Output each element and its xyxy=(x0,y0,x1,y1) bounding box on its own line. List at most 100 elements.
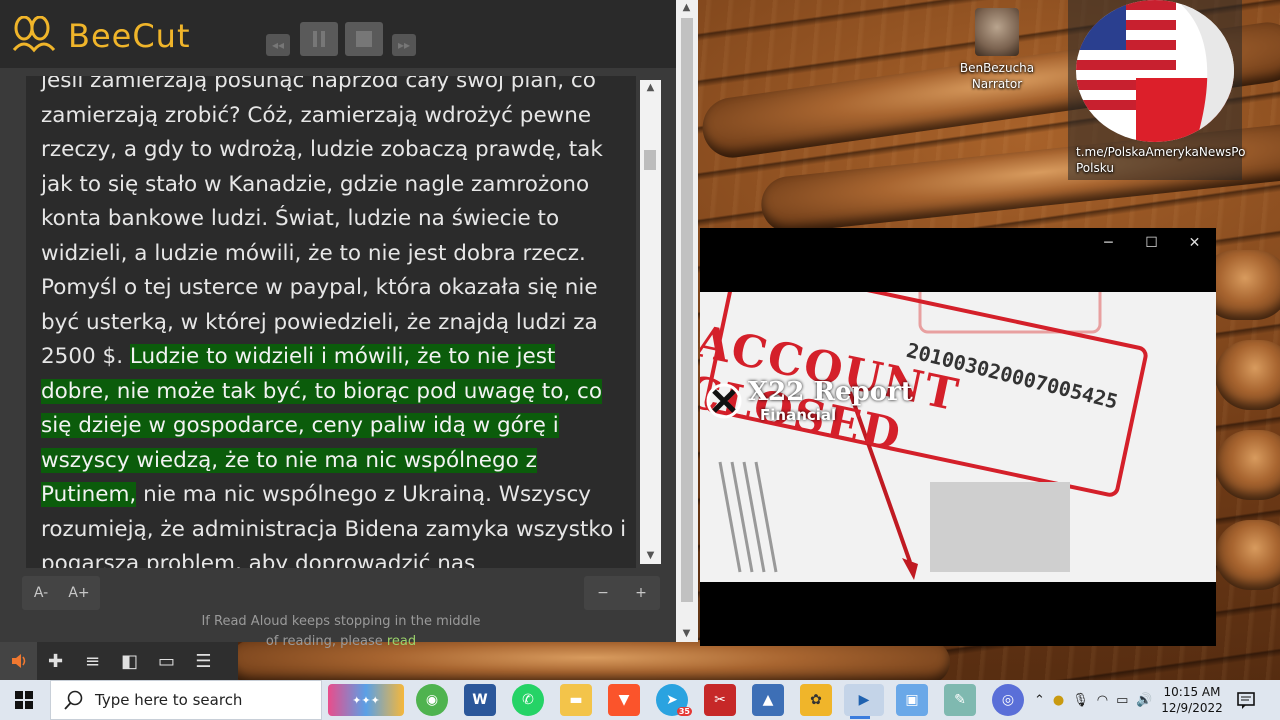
player-icon: ▶ xyxy=(858,692,870,708)
taskbar-word[interactable]: W xyxy=(464,684,496,716)
channel-label: t.me/PolskaAmerykaNewsPo Polsku xyxy=(1076,145,1246,175)
reading-text-area[interactable]: jeśli zamierzają posunąć naprzód cały sw… xyxy=(26,76,636,568)
notice-link[interactable]: read xyxy=(387,634,416,649)
taskbar-beecut[interactable]: ✿ xyxy=(800,684,832,716)
speaker-icon xyxy=(11,654,25,668)
speed-increase-button[interactable]: + xyxy=(622,585,660,601)
desktop-icon-narrator[interactable]: BenBezucha Narrator xyxy=(952,8,1042,92)
page-scrollbar[interactable]: ▲ ▼ xyxy=(676,0,698,642)
brave-icon: ▼ xyxy=(618,692,630,708)
forward-button[interactable]: ▸▸ xyxy=(392,34,416,56)
window-controls: ─ ☐ ✕ xyxy=(1087,228,1216,258)
sidebar-icon: ◧ xyxy=(120,650,138,672)
bee-icon: ✿ xyxy=(810,692,822,708)
reading-text: jeśli zamierzają posunąć naprzód cały sw… xyxy=(41,76,631,568)
font-decrease-button[interactable]: A- xyxy=(22,585,60,601)
folder-icon: ▬ xyxy=(569,692,583,708)
scroll-down-icon[interactable]: ▼ xyxy=(640,548,661,564)
scroll-up-icon[interactable]: ▲ xyxy=(640,80,661,96)
font-increase-button[interactable]: A+ xyxy=(60,585,98,601)
whatsapp-icon: ✆ xyxy=(522,692,534,708)
wallet-button[interactable]: ▭ xyxy=(148,642,185,680)
telegram-badge: 35 xyxy=(676,707,692,716)
brand-name: BeeCut xyxy=(68,17,191,55)
stop-icon xyxy=(356,31,372,47)
beecut-recorder-bar: BeeCut ◂◂ ▸▸ xyxy=(0,0,676,68)
narrator-avatar xyxy=(975,8,1019,56)
close-button[interactable]: ✕ xyxy=(1173,228,1216,258)
taskbar-file-explorer[interactable]: ▬ xyxy=(560,684,592,716)
taskbar-photos[interactable]: ▲ xyxy=(752,684,784,716)
chevron-up-icon[interactable]: ⌃ xyxy=(1034,693,1045,708)
clock-time: 10:15 AM xyxy=(1163,685,1221,699)
puzzle-icon: ✚ xyxy=(47,650,64,672)
stop-button[interactable] xyxy=(345,22,383,56)
display-icon[interactable]: ▭ xyxy=(1116,693,1128,708)
video-frame[interactable]: ACCOUNT CLOSED 201003020007005425 X22 Re… xyxy=(700,292,1216,582)
taskbar-brave[interactable]: ▼ xyxy=(608,684,640,716)
x22-logo-sub: Financial xyxy=(760,406,837,424)
taskbar-player-active[interactable]: ▶ xyxy=(844,684,884,719)
bee-icon xyxy=(12,16,56,53)
search-placeholder: Type here to search xyxy=(95,691,243,709)
log-decoration xyxy=(1215,340,1280,410)
log-decoration xyxy=(1215,520,1280,590)
minimize-button[interactable]: ─ xyxy=(1087,228,1130,258)
log-decoration xyxy=(1215,430,1280,500)
scroll-up-icon[interactable]: ▲ xyxy=(676,0,697,16)
photos-icon: ▲ xyxy=(762,692,774,708)
taskbar-whatsapp[interactable]: ✆ xyxy=(512,684,544,716)
text-scrollbar[interactable]: ▲ ▼ xyxy=(640,80,661,564)
taskbar: Type here to search ✦✦✦ ◉ W ✆ ▬ ▼ ➤ 35 ✂… xyxy=(0,680,1280,720)
beecut-logo: BeeCut xyxy=(10,16,191,56)
scroll-down-icon[interactable]: ▼ xyxy=(676,626,697,642)
desktop-icon-channel[interactable]: t.me/PolskaAmerykaNewsPo Polsku xyxy=(1068,0,1246,180)
taskbar-tools[interactable]: ✂ xyxy=(704,684,736,716)
notice-message: If Read Aloud keeps stopping in the midd… xyxy=(201,614,481,649)
x22-logo: X22 Report Financial xyxy=(706,378,913,424)
microphone-icon[interactable]: 🎙 xyxy=(1072,693,1089,708)
playlist-button[interactable]: ≡ xyxy=(74,642,111,680)
wifi-icon[interactable]: ◠ xyxy=(1097,693,1108,708)
taskbar-notes[interactable]: ✎ xyxy=(944,684,976,716)
rewind-icon: ◂◂ xyxy=(271,38,285,52)
sidebar-button[interactable]: ◧ xyxy=(111,642,148,680)
screen-icon: ▣ xyxy=(905,692,919,708)
video-player-window: ─ ☐ ✕ ACCOUNT CLOSED 201003020007005425 xyxy=(700,228,1216,646)
taskbar-search[interactable]: Type here to search xyxy=(50,680,322,720)
scroll-thumb[interactable] xyxy=(681,18,693,602)
x22-logo-text: X22 Report xyxy=(748,377,913,407)
tray-app-icon[interactable]: ● xyxy=(1053,693,1064,708)
speed-decrease-button[interactable]: − xyxy=(584,585,622,601)
scroll-thumb[interactable] xyxy=(644,150,656,170)
x22-logo-icon xyxy=(706,383,742,419)
taskbar-browser[interactable]: ◎ xyxy=(992,684,1024,716)
system-tray: ⌃ ● 🎙 ◠ ▭ 🔊 xyxy=(1034,680,1153,720)
taskbar-news-widget[interactable]: ✦✦✦ xyxy=(328,684,404,716)
maximize-button[interactable]: ☐ xyxy=(1130,228,1173,258)
taskbar-screen[interactable]: ▣ xyxy=(896,684,928,716)
read-aloud-extension-button[interactable] xyxy=(0,642,37,680)
search-icon xyxy=(64,690,83,710)
extensions-button[interactable]: ✚ xyxy=(37,642,74,680)
volume-icon[interactable]: 🔊 xyxy=(1136,693,1152,708)
menu-button[interactable]: ☰ xyxy=(185,642,222,680)
start-button[interactable] xyxy=(0,680,48,720)
read-aloud-panel: jeśli zamierzają posunąć naprzód cały sw… xyxy=(0,68,676,649)
taskbar-clock[interactable]: 10:15 AM 12/9/2022 xyxy=(1160,684,1224,716)
forward-icon: ▸▸ xyxy=(397,38,411,52)
narrator-label: BenBezucha Narrator xyxy=(959,61,1035,91)
pause-button[interactable] xyxy=(300,22,338,56)
clock-date: 12/9/2022 xyxy=(1161,701,1223,715)
text-before: jeśli zamierzają posunąć naprzód cały sw… xyxy=(41,76,603,369)
playlist-icon: ≡ xyxy=(84,650,101,672)
app-icon: ◉ xyxy=(425,692,439,708)
wallet-icon: ▭ xyxy=(157,650,175,672)
widget-icon: ✦✦✦ xyxy=(352,693,380,707)
browser-icon: ◎ xyxy=(1001,692,1015,708)
rewind-button[interactable]: ◂◂ xyxy=(266,34,290,56)
windows-icon xyxy=(15,691,33,709)
notification-icon[interactable] xyxy=(1236,690,1256,710)
taskbar-telegram[interactable]: ➤ 35 xyxy=(656,684,692,716)
taskbar-app-green[interactable]: ◉ xyxy=(416,684,448,716)
